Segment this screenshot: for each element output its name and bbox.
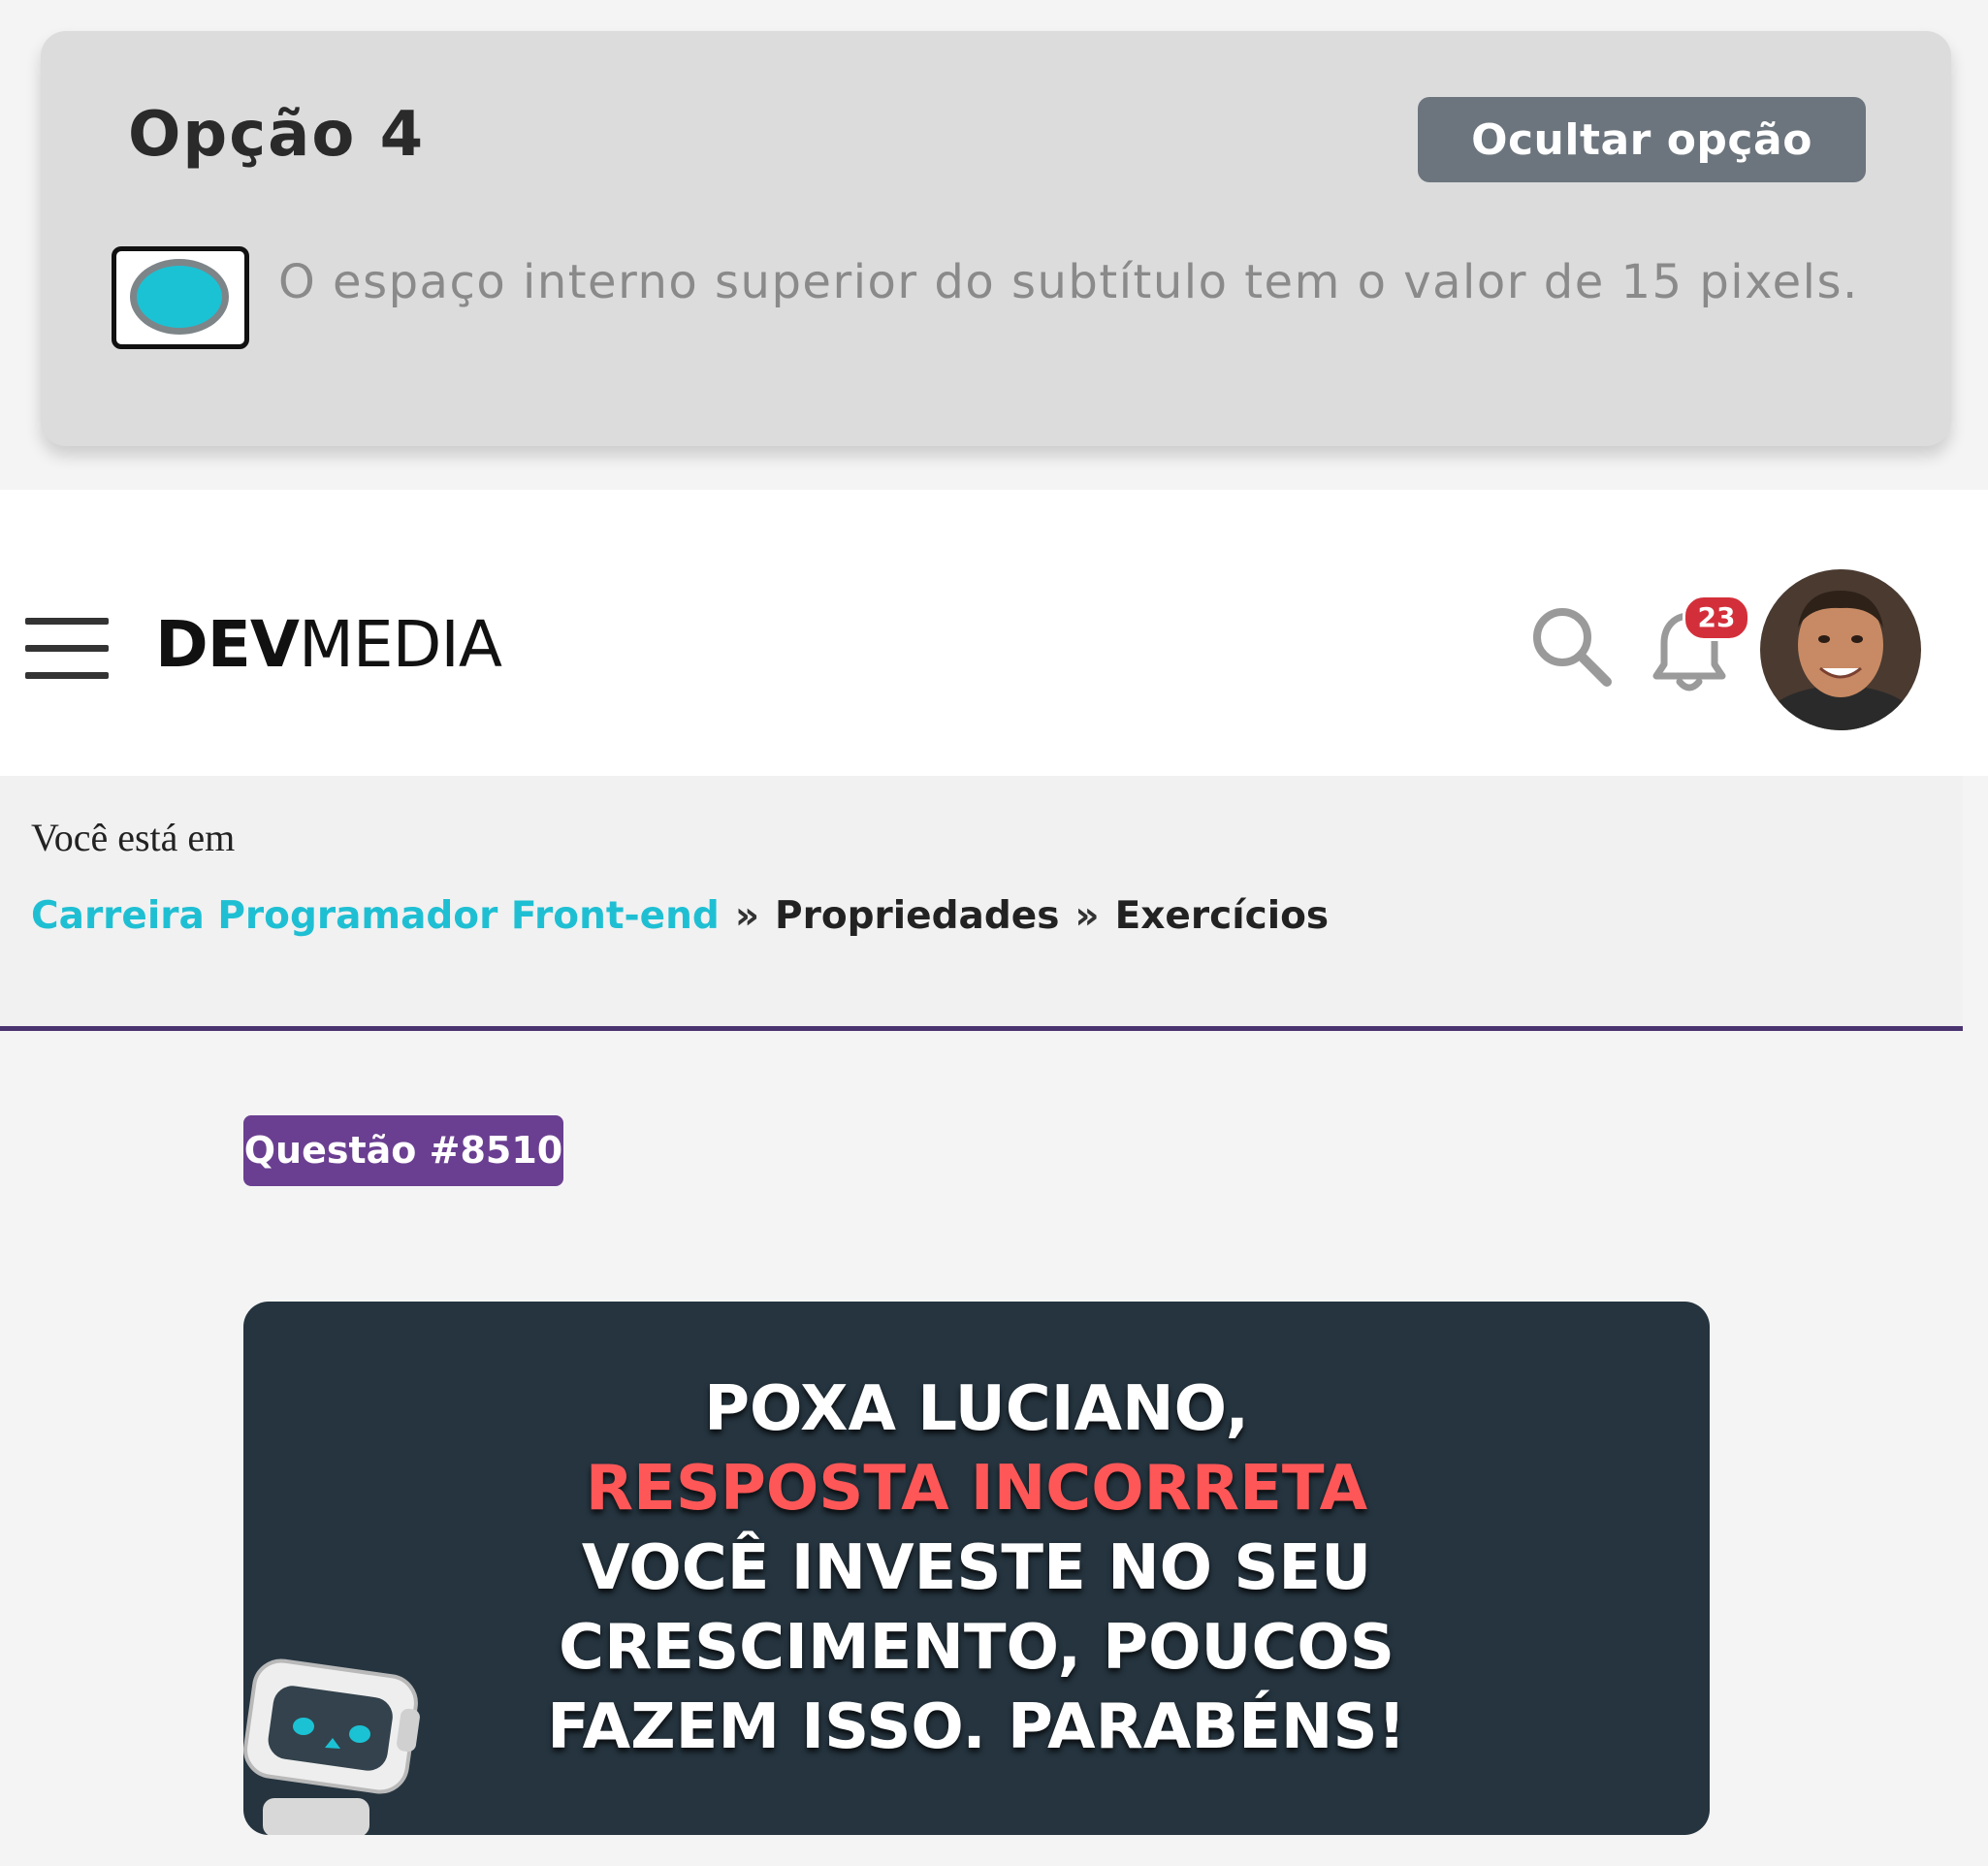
option-text: O espaço interno superior do subtítulo t… <box>278 255 1859 309</box>
search-icon[interactable] <box>1527 602 1615 690</box>
feedback-banner: POXA LUCIANO, RESPOSTA INCORRETA VOCÊ IN… <box>243 1302 1710 1835</box>
breadcrumb-link-propriedades[interactable]: Propriedades <box>775 894 1059 938</box>
option-radio[interactable] <box>112 246 249 349</box>
breadcrumb-intro: Você está em <box>31 816 236 859</box>
robot-mascot-icon <box>243 1658 420 1835</box>
feedback-line-5: FAZEM ISSO. PARABÉNS! <box>547 1691 1406 1763</box>
breadcrumb-link-carreira[interactable]: Carreira Programador Front-end <box>31 894 720 938</box>
logo-bold-text: DEV <box>155 607 300 682</box>
notification-count-badge: 23 <box>1683 595 1750 641</box>
breadcrumb-section: Você está em Carreira Programador Front-… <box>0 776 1963 1026</box>
devmedia-logo[interactable]: DEVMEDIA <box>155 606 502 684</box>
hide-option-button[interactable]: Ocultar opção <box>1418 97 1866 182</box>
breadcrumb-separator: » <box>734 894 760 938</box>
breadcrumb-current-exercicios: Exercícios <box>1114 894 1330 938</box>
answer-option-section: Opção 4 Ocultar opção O espaço interno s… <box>0 0 1988 490</box>
breadcrumb-divider <box>0 1026 1963 1031</box>
breadcrumb-separator: » <box>1074 894 1100 938</box>
radio-selected-icon <box>130 259 229 335</box>
question-number-badge: Questão #8510 <box>243 1115 563 1186</box>
breadcrumb: Carreira Programador Front-end » Proprieda… <box>31 894 1329 938</box>
feedback-line-greeting: POXA LUCIANO, <box>704 1373 1249 1445</box>
option-title: Opção 4 <box>128 99 426 171</box>
logo-light-text: MEDIA <box>298 607 502 682</box>
feedback-line-3: VOCÊ INVESTE NO SEU <box>581 1532 1372 1604</box>
site-header: DEVMEDIA 23 <box>0 490 1988 776</box>
feedback-message: POXA LUCIANO, RESPOSTA INCORRETA VOCÊ IN… <box>243 1369 1710 1767</box>
hamburger-icon[interactable] <box>25 618 109 680</box>
answer-option-card: Opção 4 Ocultar opção O espaço interno s… <box>41 31 1951 446</box>
feedback-line-4: CRESCIMENTO, POUCOS <box>559 1612 1395 1684</box>
feedback-line-incorrect: RESPOSTA INCORRETA <box>585 1453 1368 1525</box>
user-avatar[interactable] <box>1760 569 1921 730</box>
